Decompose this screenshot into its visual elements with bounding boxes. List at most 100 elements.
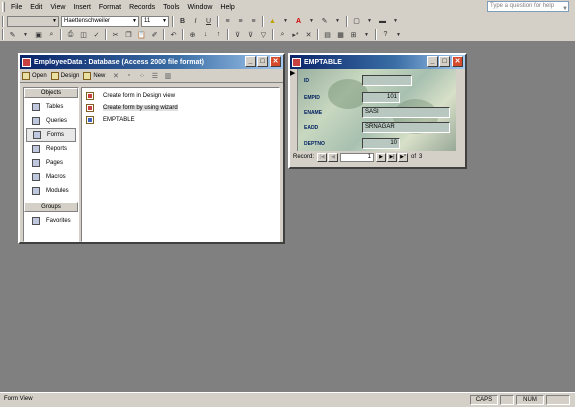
help-icon[interactable]: ? (380, 29, 391, 40)
save-icon[interactable]: ▣ (33, 29, 44, 40)
new-record-icon[interactable]: ▸* (290, 29, 301, 40)
font-color-icon[interactable]: A (293, 16, 304, 27)
open-button[interactable]: Open (22, 71, 47, 80)
list-item[interactable]: Create form in Design view (84, 90, 279, 101)
new-button[interactable]: New (83, 71, 105, 80)
object-queries[interactable]: Queries (26, 114, 76, 128)
menu-window[interactable]: Window (184, 4, 217, 11)
field-input-deptno[interactable]: 10 (362, 138, 400, 149)
chevron-down-icon[interactable]: ▼ (162, 17, 167, 26)
view-icon[interactable]: ✎ (7, 29, 18, 40)
font-size-combo[interactable]: 11 ▼ (141, 15, 169, 27)
chevron-down-icon[interactable]: ▼ (280, 16, 291, 27)
object-forms[interactable]: Forms (26, 128, 76, 142)
object-combo[interactable]: ▼ (7, 15, 59, 27)
delete-icon[interactable]: ✕ (111, 71, 120, 80)
minimize-button[interactable]: _ (245, 56, 256, 67)
fill-color-icon[interactable]: ▲ (267, 16, 278, 27)
form-window-titlebar[interactable]: EMPTABLE _ □ ✕ (290, 55, 465, 69)
new-object-icon[interactable]: ⊞ (348, 29, 359, 40)
objects-header[interactable]: Objects (24, 88, 78, 98)
close-button[interactable]: ✕ (270, 56, 281, 67)
group-favorites[interactable]: Favorites (26, 214, 76, 228)
list-item[interactable]: Create form by using wizard (84, 102, 279, 113)
minimize-button[interactable]: _ (427, 56, 438, 67)
field-input-eadd[interactable]: SRNAGAR (362, 122, 450, 133)
apply-filter-icon[interactable]: ▽ (258, 29, 269, 40)
menu-tools[interactable]: Tools (159, 4, 183, 11)
field-input-id[interactable] (362, 75, 412, 86)
sort-descending-icon[interactable]: ↑ (213, 29, 224, 40)
menu-format[interactable]: Format (95, 4, 125, 11)
menu-view[interactable]: View (46, 4, 69, 11)
object-modules[interactable]: Modules (26, 184, 76, 198)
properties-icon[interactable]: ▤ (322, 29, 333, 40)
list-item[interactable]: EMPTABLE (84, 114, 279, 125)
menu-file[interactable]: File (7, 4, 26, 11)
menu-records[interactable]: Records (125, 4, 159, 11)
hyperlink-icon[interactable]: ⊕ (187, 29, 198, 40)
chevron-down-icon[interactable]: ▼ (52, 17, 57, 26)
print-preview-icon[interactable]: ◫ (78, 29, 89, 40)
delete-record-icon[interactable]: ✕ (303, 29, 314, 40)
bold-button[interactable]: B (177, 16, 188, 27)
field-input-ename[interactable]: SASI (362, 107, 450, 118)
chevron-down-icon[interactable]: ▼ (390, 16, 401, 27)
maximize-button[interactable]: □ (257, 56, 268, 67)
groups-header[interactable]: Groups (24, 202, 78, 212)
menu-insert[interactable]: Insert (69, 4, 95, 11)
line-width-icon[interactable]: ▬ (377, 16, 388, 27)
menu-edit[interactable]: Edit (26, 4, 46, 11)
copy-icon[interactable]: ❐ (123, 29, 134, 40)
toolbar-grip[interactable] (2, 29, 4, 40)
toolbar-grip[interactable] (2, 15, 4, 27)
record-selector[interactable]: ▶ (290, 69, 298, 151)
details-view-icon[interactable]: ▥ (163, 71, 172, 80)
small-icons-icon[interactable]: ⁘ (137, 71, 146, 80)
font-name-combo[interactable]: Haettenschweiler ▼ (61, 15, 139, 27)
first-record-button[interactable]: |◀ (317, 152, 328, 162)
line-color-icon[interactable]: ✎ (319, 16, 330, 27)
chevron-down-icon[interactable]: ▼ (562, 5, 568, 14)
help-search-input[interactable]: Type a question for help ▼ (487, 1, 569, 12)
list-view-icon[interactable]: ☰ (150, 71, 159, 80)
format-painter-icon[interactable]: ✐ (149, 29, 160, 40)
align-center-icon[interactable]: ≡ (235, 16, 246, 27)
chevron-down-icon[interactable]: ▼ (20, 29, 31, 40)
paste-icon[interactable]: 📋 (136, 29, 147, 40)
design-button[interactable]: Design (50, 71, 79, 80)
next-record-button[interactable]: ▶ (376, 152, 387, 162)
maximize-button[interactable]: □ (439, 56, 450, 67)
last-record-button[interactable]: ▶| (387, 152, 398, 162)
align-right-icon[interactable]: ≡ (248, 16, 259, 27)
database-window-titlebar[interactable]: EmployeeData : Database (Access 2000 fil… (20, 55, 283, 69)
filter-by-selection-icon[interactable]: ⊽ (232, 29, 243, 40)
align-left-icon[interactable]: ≡ (222, 16, 233, 27)
chevron-down-icon[interactable]: ▼ (364, 16, 375, 27)
previous-record-button[interactable]: ◀ (328, 152, 339, 162)
menu-grip[interactable] (2, 2, 5, 12)
chevron-down-icon[interactable]: ▼ (306, 16, 317, 27)
chevron-down-icon[interactable]: ▼ (361, 29, 372, 40)
menu-help[interactable]: Help (216, 4, 238, 11)
object-reports[interactable]: Reports (26, 142, 76, 156)
object-tables[interactable]: Tables (26, 100, 76, 114)
undo-icon[interactable]: ↶ (168, 29, 179, 40)
field-input-empid[interactable]: 101 (362, 92, 400, 103)
search-icon[interactable]: ⌕ (46, 29, 57, 40)
new-record-button[interactable]: ▶* (398, 152, 409, 162)
database-window-icon[interactable]: ▦ (335, 29, 346, 40)
border-icon[interactable]: ▢ (351, 16, 362, 27)
object-pages[interactable]: Pages (26, 156, 76, 170)
record-number-input[interactable]: 1 (340, 152, 375, 162)
close-button[interactable]: ✕ (452, 56, 463, 67)
chevron-down-icon[interactable]: ▼ (332, 16, 343, 27)
object-macros[interactable]: Macros (26, 170, 76, 184)
chevron-down-icon[interactable]: ▼ (393, 29, 404, 40)
find-icon[interactable]: ⌕ (277, 29, 288, 40)
large-icons-icon[interactable]: ▫ (124, 71, 133, 80)
filter-by-form-icon[interactable]: ⊽ (245, 29, 256, 40)
cut-icon[interactable]: ✂ (110, 29, 121, 40)
spelling-icon[interactable]: ✓ (91, 29, 102, 40)
chevron-down-icon[interactable]: ▼ (132, 17, 137, 26)
